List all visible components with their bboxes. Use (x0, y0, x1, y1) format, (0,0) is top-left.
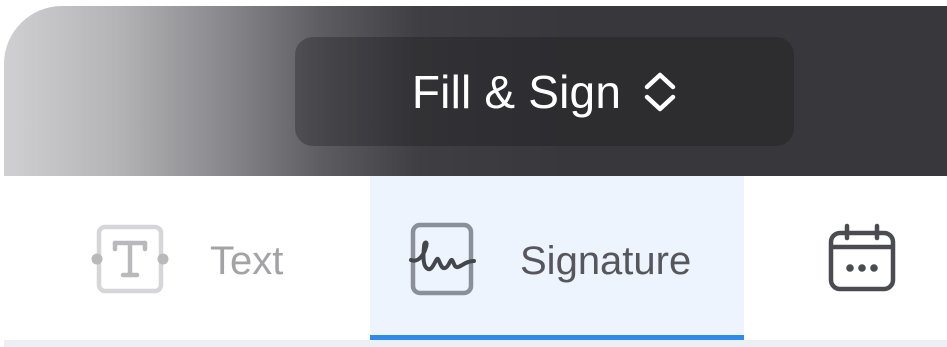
date-tool-button[interactable] (744, 176, 947, 347)
text-tool-button[interactable]: Text (4, 176, 370, 347)
calendar-date-icon (826, 223, 898, 300)
fill-sign-toolbar: Text Signature (4, 176, 947, 347)
chevron-up-down-icon (643, 70, 677, 114)
mode-selector-button[interactable]: Fill & Sign (295, 37, 794, 146)
signature-tool-button[interactable]: Signature (370, 176, 744, 347)
signature-icon (408, 219, 476, 304)
toolbar-bottom-border (4, 340, 947, 347)
header-bar: Fill & Sign (4, 6, 947, 176)
text-box-icon (90, 219, 170, 304)
text-tool-label: Text (210, 239, 284, 283)
mode-label: Fill & Sign (411, 65, 622, 118)
signature-tool-label: Signature (520, 239, 692, 283)
